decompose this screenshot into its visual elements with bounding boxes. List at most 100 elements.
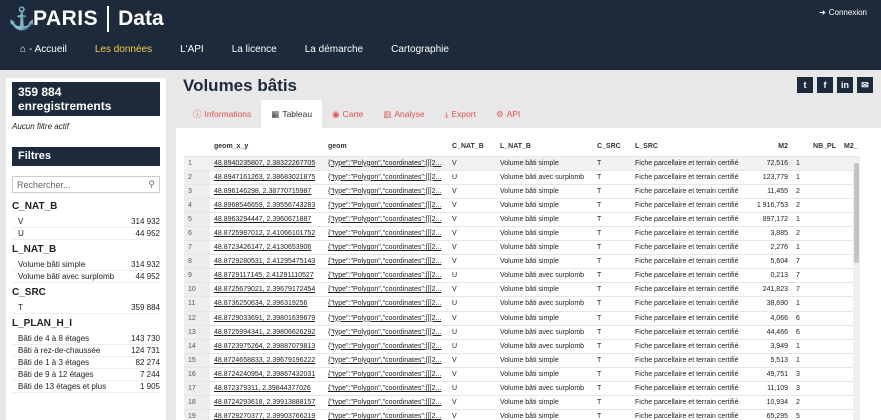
nav-cartographie[interactable]: Cartographie: [391, 44, 449, 55]
facet-item[interactable]: Volume bâti simple 314 932: [12, 259, 160, 271]
table-row[interactable]: 7 48.8723426147, 2.4130653906 {"type":"Pol…: [184, 240, 860, 255]
table-cell: Fiche parcellaire et terrain certifié: [631, 240, 746, 255]
nav-home[interactable]: ⌂ - Accueil: [20, 44, 67, 55]
nav-demarche[interactable]: La démarche: [305, 44, 363, 55]
facet-item[interactable]: Bâti de 9 à 12 étages 7 244: [12, 369, 160, 381]
tab-export[interactable]: ⤓ Export: [435, 100, 486, 128]
login-link[interactable]: ➜ Connexion: [819, 8, 867, 17]
facet-item-count: 82 274: [135, 358, 160, 367]
facet-item[interactable]: U 44 952: [12, 228, 160, 240]
dataset-tabs: ⓘ Informations ▦ Tableau ◉ Carte ▥ Analyse ⤓…: [183, 100, 530, 128]
facet-item[interactable]: V 314 932: [12, 216, 160, 228]
table-cell: Volume bâti simple: [496, 240, 593, 255]
column-header[interactable]: NB_PL: [792, 138, 840, 156]
table-cell: V: [448, 282, 496, 297]
table-cell: 48.8940235807, 2.38322267705: [210, 155, 324, 171]
column-header[interactable]: L_SRC: [631, 138, 746, 156]
filter-search-input[interactable]: Rechercher... ⚲: [12, 176, 160, 193]
table-cell: Volume bâti simple: [496, 409, 593, 420]
column-header[interactable]: M2: [746, 138, 792, 156]
table-row[interactable]: 14 48.8723975264, 2.39887079813 {"type":"P…: [184, 338, 860, 354]
table-cell: 3: [792, 366, 840, 382]
table-row[interactable]: 16 48.8724240954, 2.39867432031 {"type":"P…: [184, 366, 860, 382]
facet-item[interactable]: Bâti de 4 à 8 étages 143 730: [12, 333, 160, 345]
table-row[interactable]: 3 48.896146298, 2.38770715987 {"type":"Pol…: [184, 183, 860, 199]
paris-data-logo[interactable]: ⚓ PARIS Data: [8, 5, 164, 33]
table-cell: Volume bâti avec surplomb: [496, 380, 593, 396]
table-cell: 48.8729270377, 2.39903766219: [210, 409, 324, 420]
facet-item[interactable]: Volume bâti avec surplomb 44 952: [12, 271, 160, 283]
column-header[interactable]: geom_x_y: [210, 138, 324, 156]
scrollbar-thumb[interactable]: [854, 163, 859, 263]
table-cell: 48.872379311, 2.39844377026: [210, 380, 324, 396]
table-cell: Volume bâti avec surplomb: [496, 169, 593, 185]
table-cell: Fiche parcellaire et terrain certifié: [631, 254, 746, 269]
tab-api[interactable]: ⚙ API: [486, 100, 530, 128]
nav-les-donnees[interactable]: Les données: [95, 44, 152, 55]
twitter-icon[interactable]: t: [797, 77, 813, 93]
table-row[interactable]: 12 48.8729033691, 2.39801639679 {"type":"P…: [184, 310, 860, 326]
table-row[interactable]: 18 48.8724293618, 2.39913888157 {"type":"P…: [184, 395, 860, 410]
table-cell: Volume bâti simple: [496, 352, 593, 368]
facebook-icon[interactable]: f: [817, 77, 833, 93]
table-row[interactable]: 9 48.8729117145, 2.41291110527 {"type":"Po…: [184, 268, 860, 283]
search-icon[interactable]: ⚲: [148, 179, 155, 190]
facet-item[interactable]: Bâti à rez-de-chaussée 124 731: [12, 345, 160, 357]
tab-informations[interactable]: ⓘ Informations: [183, 100, 261, 128]
column-header[interactable]: M2_: [840, 138, 860, 156]
table-cell: V: [448, 366, 496, 382]
table-cell: U: [448, 169, 496, 185]
table-row[interactable]: 11 48.8736250634, 2.396319256 {"type":"Pol…: [184, 296, 860, 312]
table-row[interactable]: 10 48.8725679021, 2.39679172454 {"type":"P…: [184, 282, 860, 297]
table-cell: 16: [184, 366, 210, 382]
table-cell: 7: [792, 268, 840, 283]
table-cell: 11,455: [746, 183, 792, 199]
tab-carte-label: Carte: [342, 109, 364, 119]
email-icon[interactable]: ✉: [857, 77, 873, 93]
table-cell: 1: [792, 296, 840, 312]
tab-tableau[interactable]: ▦ Tableau: [261, 100, 323, 128]
table-cell: V: [448, 409, 496, 420]
tab-tableau-label: Tableau: [282, 109, 313, 119]
table-cell: 3: [792, 380, 840, 396]
table-row[interactable]: 1 48.8940235807, 2.38322267705 {"type":"Po…: [184, 155, 860, 171]
column-header[interactable]: [184, 138, 210, 156]
column-header[interactable]: L_NAT_B: [496, 138, 593, 156]
nav-api[interactable]: L'API: [180, 44, 204, 55]
table-cell: 15: [184, 352, 210, 368]
table-row[interactable]: 15 48.8724658833, 2.39679196222 {"type":"P…: [184, 352, 860, 368]
tab-analyse[interactable]: ▥ Analyse: [373, 100, 434, 128]
table-cell: 48.8724293618, 2.39913888157: [210, 395, 324, 410]
facet-item[interactable]: Bâti de 1 à 3 étages 82 274: [12, 357, 160, 369]
table-cell: 1: [792, 155, 840, 171]
table-row[interactable]: 2 48.8947161263, 2.38683021875 {"type":"Po…: [184, 169, 860, 185]
table-cell: Volume bâti simple: [496, 155, 593, 171]
globe-icon: ◉: [332, 108, 340, 119]
facet-item-label: Bâti de 4 à 8 étages: [18, 334, 90, 343]
table-row[interactable]: 8 48.8729280531, 2.41295475143 {"type":"Po…: [184, 254, 860, 269]
record-count-box: 359 884 enregistrements: [12, 82, 160, 116]
facet-item[interactable]: Bâti de 13 étages et plus 1 905: [12, 381, 160, 393]
table-cell: 48.8723426147, 2.4130653906: [210, 240, 324, 255]
table-row[interactable]: 19 48.8729270377, 2.39903766219 {"type":"P…: [184, 409, 860, 420]
table-cell: V: [448, 183, 496, 199]
table-cell: {"type":"Polygon","coordinates":[[[2...: [324, 225, 448, 241]
table-cell: {"type":"Polygon","coordinates":[[[2...: [324, 296, 448, 312]
facet-item[interactable]: T 359 884: [12, 302, 160, 314]
table-cell: 5,604: [746, 254, 792, 269]
column-header[interactable]: C_SRC: [593, 138, 631, 156]
tab-carte[interactable]: ◉ Carte: [322, 100, 373, 128]
table-cell: 14: [184, 338, 210, 354]
column-header[interactable]: C_NAT_B: [448, 138, 496, 156]
table-cell: {"type":"Polygon","coordinates":[[[2...: [324, 395, 448, 410]
linkedin-icon[interactable]: in: [837, 77, 853, 93]
vertical-scrollbar[interactable]: [853, 163, 860, 420]
table-row[interactable]: 4 48.8968546659, 2.39556743283 {"type":"Po…: [184, 197, 860, 213]
column-header[interactable]: geom: [324, 138, 448, 156]
table-row[interactable]: 13 48.8725994341, 2.39806626292 {"type":"P…: [184, 324, 860, 340]
nav-licence[interactable]: La licence: [232, 44, 277, 55]
table-row[interactable]: 17 48.872379311, 2.39844377026 {"type":"Po…: [184, 380, 860, 396]
table-row[interactable]: 5 48.8963294447, 2.3960671887 {"type":"Pol…: [184, 211, 860, 227]
facet-title: L_NAT_B: [12, 244, 57, 255]
table-row[interactable]: 6 48.8725987012, 2.41066101752 {"type":"Po…: [184, 225, 860, 241]
